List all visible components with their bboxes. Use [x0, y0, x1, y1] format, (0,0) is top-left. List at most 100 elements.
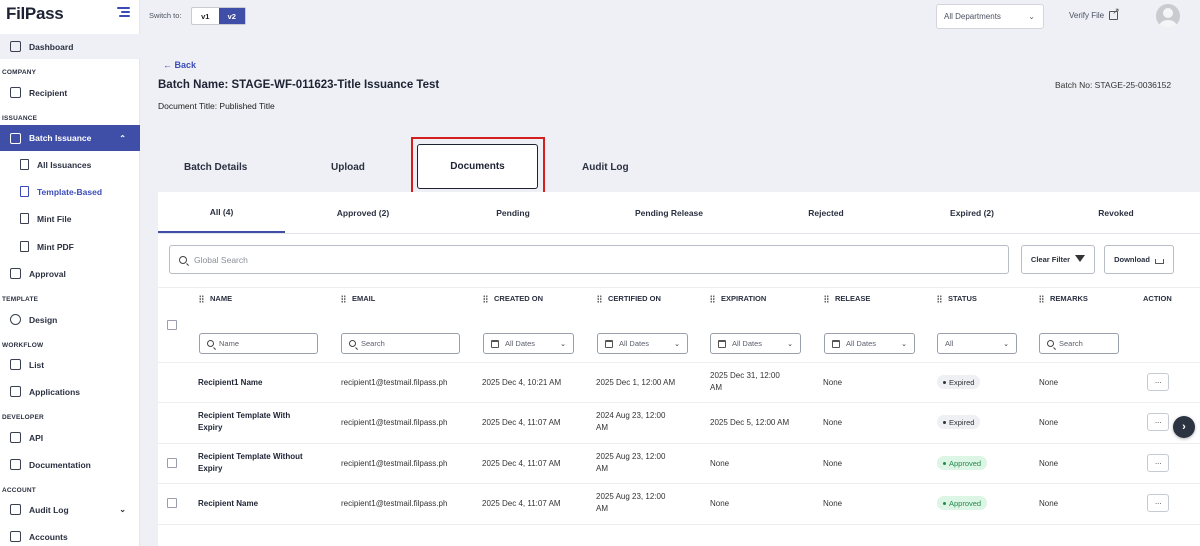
sidebar-item-template-based[interactable]: Template-Based: [0, 179, 140, 204]
calendar-icon: [605, 339, 613, 348]
template-icon: [20, 186, 29, 197]
filter-icon: [1075, 255, 1086, 264]
calendar-icon: [832, 339, 840, 348]
row-4-expiration: None: [710, 499, 730, 508]
drag-handle-icon[interactable]: [597, 294, 602, 303]
drag-handle-icon[interactable]: [483, 294, 488, 303]
row-action-button[interactable]: ···: [1147, 454, 1169, 472]
status-filter-select[interactable]: All ⌄: [937, 333, 1017, 354]
topbar: Switch to: v1 v2 All Departments ⌄ Verify…: [141, 0, 1200, 34]
pdf-icon: [20, 241, 29, 252]
sidebar-item-accounts[interactable]: Accounts: [0, 524, 140, 546]
scroll-right-button[interactable]: ›: [1173, 416, 1195, 438]
api-icon: [10, 432, 21, 443]
drag-handle-icon[interactable]: [824, 294, 829, 303]
section-label-account: ACCOUNT: [2, 487, 36, 494]
global-search-input[interactable]: Global Search: [169, 245, 1009, 274]
column-header-certified-on[interactable]: CERTIFIED ON: [597, 294, 661, 303]
back-link[interactable]: ← Back: [163, 60, 196, 70]
created-on-filter-select[interactable]: All Dates ⌄: [483, 333, 574, 354]
v2-button[interactable]: v2: [218, 8, 245, 24]
calendar-icon: [718, 339, 726, 348]
remarks-filter-input[interactable]: Search: [1039, 333, 1119, 354]
book-icon: [10, 459, 21, 470]
drag-handle-icon[interactable]: [1039, 294, 1044, 303]
status-badge: Approved: [937, 496, 988, 510]
subtab-all[interactable]: All (4): [158, 192, 285, 233]
subtab-pending-release[interactable]: Pending Release: [592, 192, 746, 233]
chevron-down-icon: ⌄: [674, 340, 680, 348]
sidebar-item-api[interactable]: API: [0, 425, 140, 450]
file-icon: [20, 213, 29, 224]
section-label-workflow: WORKFLOW: [2, 342, 44, 349]
verify-file-link[interactable]: Verify File: [1069, 6, 1120, 20]
tab-documents[interactable]: Documents: [417, 144, 538, 189]
column-header-name[interactable]: NAME: [199, 294, 232, 303]
column-header-release[interactable]: RELEASE: [824, 294, 870, 303]
release-filter-select[interactable]: All Dates ⌄: [824, 333, 915, 354]
row-action-button[interactable]: ···: [1147, 494, 1169, 512]
chevron-down-icon: ⌄: [901, 340, 907, 348]
clear-filter-button[interactable]: Clear Filter: [1021, 245, 1095, 274]
row-4-release: None: [823, 499, 843, 508]
subtab-revoked[interactable]: Revoked: [1046, 192, 1186, 233]
row-3-created-on: 2025 Dec 4, 11:07 AM: [482, 459, 561, 468]
subtab-expired[interactable]: Expired (2): [906, 192, 1038, 233]
select-all-checkbox[interactable]: [167, 320, 177, 330]
column-header-expiration[interactable]: EXPIRATION: [710, 294, 766, 303]
column-header-status[interactable]: STATUS: [937, 294, 977, 303]
tab-upload[interactable]: Upload: [331, 162, 365, 173]
expiration-filter-select[interactable]: All Dates ⌄: [710, 333, 801, 354]
document-icon: [20, 159, 29, 170]
drag-handle-icon[interactable]: [341, 294, 346, 303]
certified-on-filter-select[interactable]: All Dates ⌄: [597, 333, 688, 354]
subtab-rejected[interactable]: Rejected: [754, 192, 898, 233]
tab-batch-details[interactable]: Batch Details: [184, 162, 247, 173]
avatar[interactable]: [1156, 4, 1180, 28]
sidebar-item-documentation[interactable]: Documentation: [0, 452, 140, 477]
home-icon: [10, 41, 21, 52]
column-header-remarks[interactable]: REMARKS: [1039, 294, 1088, 303]
download-button[interactable]: Download: [1104, 245, 1174, 274]
department-select[interactable]: All Departments ⌄: [936, 4, 1044, 29]
sidebar-item-mint-pdf[interactable]: Mint PDF: [0, 234, 140, 259]
menu-toggle-icon[interactable]: [117, 7, 130, 17]
tab-audit-log[interactable]: Audit Log: [582, 162, 629, 173]
sidebar-item-audit-log[interactable]: Audit Log ⌄: [0, 497, 140, 522]
row-4-created-on: 2025 Dec 4, 11:07 AM: [482, 499, 561, 508]
sidebar-item-list[interactable]: List: [0, 352, 140, 377]
row-3-name: Recipient Template Without Expiry: [198, 452, 303, 473]
column-header-email[interactable]: EMAIL: [341, 294, 375, 303]
row-4-checkbox[interactable]: [167, 498, 177, 508]
switch-label: Switch to:: [149, 11, 182, 20]
version-switch: v1 v2: [191, 7, 246, 25]
column-header-created-on[interactable]: CREATED ON: [483, 294, 543, 303]
sidebar-item-mint-file[interactable]: Mint File: [0, 206, 140, 231]
row-1-release: None: [823, 378, 843, 387]
external-link-icon: [1109, 6, 1120, 20]
accounts-icon: [10, 531, 21, 542]
sidebar-item-batch-issuance[interactable]: Batch Issuance ⌃: [0, 125, 140, 151]
app-logo[interactable]: FilPass: [6, 4, 64, 24]
row-action-button[interactable]: ···: [1147, 373, 1169, 391]
sidebar-item-dashboard[interactable]: Dashboard: [0, 34, 140, 59]
document-title: Document Title: Published Title: [158, 101, 275, 111]
sidebar-item-approval[interactable]: Approval: [0, 261, 140, 286]
subtab-pending[interactable]: Pending: [442, 192, 584, 233]
row-2-email: recipient1@testmail.filpass.ph: [341, 418, 448, 427]
email-filter-input[interactable]: Search: [341, 333, 460, 354]
subtab-approved[interactable]: Approved (2): [292, 192, 434, 233]
sidebar-item-applications[interactable]: Applications: [0, 379, 140, 404]
drag-handle-icon[interactable]: [199, 294, 204, 303]
name-filter-input[interactable]: Name: [199, 333, 318, 354]
row-1-name: Recipient1 Name: [198, 378, 263, 387]
row-action-button[interactable]: ···: [1147, 413, 1169, 431]
drag-handle-icon[interactable]: [937, 294, 942, 303]
sidebar-item-recipient[interactable]: Recipient: [0, 80, 140, 105]
row-2-release: None: [823, 418, 843, 427]
drag-handle-icon[interactable]: [710, 294, 715, 303]
sidebar-item-all-issuances[interactable]: All Issuances: [0, 152, 140, 177]
row-3-checkbox[interactable]: [167, 458, 177, 468]
v1-button[interactable]: v1: [192, 8, 219, 24]
sidebar-item-design[interactable]: Design: [0, 307, 140, 332]
